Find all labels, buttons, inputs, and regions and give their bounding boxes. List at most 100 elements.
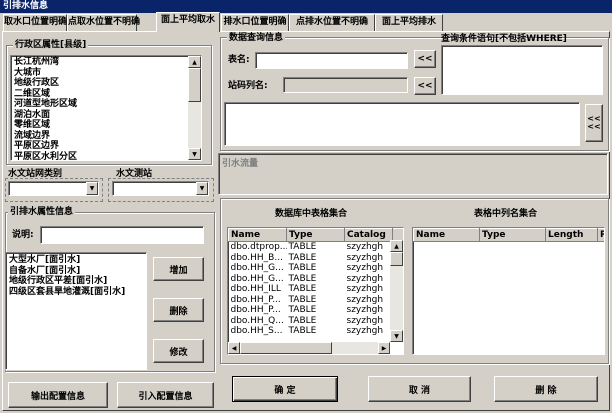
scroll-left-icon[interactable]: ◀ (228, 342, 240, 354)
diversion-list-item[interactable]: 自备水厂[面引水] (6, 266, 125, 277)
table-cell: dbo.HH_Q... (230, 315, 284, 326)
table-row[interactable]: dbo.HH_G... TABLE szyzhgh (229, 273, 404, 285)
diversion-flow-placeholder: 引水流量 (222, 159, 259, 169)
db-tables-title: 数据库中表格集合 (275, 209, 348, 219)
chevron-down-icon[interactable]: ▼ (86, 182, 98, 195)
scroll-thumb[interactable] (188, 68, 201, 102)
db-tables-hscroll[interactable]: ◀ ▶ (228, 342, 390, 354)
tab-point-drain-unclear[interactable]: 点排水位置不明确 (289, 14, 375, 31)
table-row[interactable]: dbo.dtprop... TABLE szyzhgh (229, 242, 404, 253)
column-names-grid[interactable]: Name Type Length P (412, 227, 605, 355)
column-names-table: Name Type Length P (413, 228, 604, 242)
table-cell: dbo.HH_B... (230, 252, 283, 263)
scroll-thumb[interactable] (240, 342, 332, 354)
table-cell: TABLE (288, 315, 317, 326)
table-cell: szyzhgh (346, 242, 384, 252)
region-list[interactable]: 长江杭州湾 大城市 地级行政区 二维区域 河道型地形区域 湖泊水面 零维区域 流域边界 平原区边… (10, 55, 202, 161)
scroll-right-icon[interactable]: ▶ (378, 342, 390, 354)
scroll-up-icon[interactable]: ▲ (390, 240, 403, 252)
station-code-input[interactable] (283, 77, 408, 93)
station-code-label: 站码列名: (228, 81, 268, 91)
modify-button[interactable]: 修改 (153, 339, 204, 363)
table-row[interactable]: dbo.HH_G... TABLE szyzhgh (229, 263, 404, 274)
region-list-item[interactable]: 平原区边界 (11, 141, 187, 152)
sql-arrow-button[interactable]: << << (585, 104, 603, 142)
table-name-input[interactable] (255, 52, 408, 69)
column-names-title: 表格中列名集合 (474, 209, 538, 219)
diversion-group-title: 引排水属性信息 (8, 207, 76, 217)
diversion-list-item[interactable]: 地级行政区平差[面引水] (6, 276, 125, 287)
description-input[interactable] (40, 226, 204, 244)
delete-button[interactable]: 删 除 (494, 376, 598, 402)
column-header[interactable]: Type (479, 228, 546, 242)
table-cell: TABLE (288, 273, 317, 284)
table-row[interactable]: dbo.HH_P... TABLE szyzhgh (229, 294, 404, 306)
table-cell: szyzhgh (346, 252, 384, 263)
region-list-item[interactable]: 零维区域 (11, 120, 187, 131)
diversion-list[interactable]: 大型水厂[面引水] 自备水厂[面引水] 地级行政区平差[面引水] 四级区套县旱地灌溉[… (5, 252, 147, 370)
station-type-select[interactable]: ▼ (8, 181, 99, 196)
column-header[interactable]: Name (413, 228, 480, 242)
table-row[interactable]: dbo.HH_Q... TABLE szyzhgh (229, 315, 404, 327)
table-cell: dbo.HH_G... (230, 273, 284, 284)
scroll-down-icon[interactable]: ▼ (390, 330, 403, 342)
region-list-item[interactable]: 平原区水利分区 (11, 152, 187, 161)
db-tables-grid[interactable]: Name Type Catalog dbo.dtprop... TABLE szyz… (227, 227, 404, 355)
table-cell: szyzhgh (346, 315, 384, 326)
table-cell: szyzhgh (346, 294, 384, 305)
table-row[interactable]: dbo.HH_B... TABLE szyzhgh (229, 252, 404, 264)
db-tables-vscroll[interactable]: ▲ ▼ (390, 240, 403, 342)
table-row[interactable]: dbo.HH_P... TABLE szyzhgh (229, 305, 404, 316)
station-code-arrow-button[interactable]: << (414, 77, 436, 95)
diversion-flow-field[interactable]: 引水流量 (218, 153, 608, 195)
region-list-item[interactable]: 河道型地形区域 (11, 99, 187, 110)
region-list-item[interactable]: 地级行政区 (11, 78, 187, 89)
table-cell: TABLE (288, 284, 317, 294)
tab-intake-explicit[interactable]: 取水口位置明确 (3, 14, 67, 31)
scroll-thumb[interactable] (390, 252, 403, 266)
sql-statement-input[interactable] (224, 102, 580, 146)
cancel-button[interactable]: 取 消 (368, 376, 471, 402)
region-list-item[interactable]: 二维区域 (11, 89, 187, 100)
table-name-arrow-button[interactable]: << (414, 50, 436, 68)
table-cell: TABLE (288, 263, 317, 273)
description-label: 说明: (12, 230, 34, 240)
region-list-item[interactable]: 流域边界 (11, 131, 187, 142)
tab-drain-explicit[interactable]: 排水口位置明确 (221, 14, 289, 31)
table-row[interactable]: dbo.HH_ILL TABLE szyzhgh (229, 284, 404, 295)
scroll-up-icon[interactable]: ▲ (188, 56, 201, 68)
db-query-group-title: 数据查询信息 (227, 33, 286, 43)
table-cell: TABLE (288, 305, 317, 315)
table-cell: dbo.HH_S... (230, 326, 283, 336)
delete-item-button[interactable]: 删除 (153, 298, 204, 322)
column-header[interactable]: Type (286, 228, 345, 242)
table-cell: dbo.HH_ILL (230, 284, 281, 294)
region-list-item[interactable]: 湖泊水面 (11, 110, 187, 121)
query-condition-input[interactable] (441, 45, 603, 95)
table-cell: szyzhgh (346, 305, 384, 315)
table-cell: TABLE (288, 252, 317, 263)
region-list-item[interactable]: 大城市 (11, 68, 187, 79)
region-list-scrollbar[interactable]: ▲ ▼ (188, 56, 201, 160)
station-select[interactable]: ▼ (112, 181, 209, 196)
query-condition-title: 查询条件语句[不包括WHERE] (441, 34, 567, 44)
column-header[interactable]: Catalog (344, 228, 393, 242)
table-cell: dbo.dtprop... (230, 242, 287, 252)
tab-area-average-drain[interactable]: 面上平均排水 (375, 14, 443, 31)
ok-button[interactable]: 确 定 (232, 376, 338, 402)
scroll-down-icon[interactable]: ▼ (188, 148, 201, 160)
import-config-button[interactable]: 引入配置信息 (117, 382, 214, 408)
table-row[interactable]: dbo.HH_S... TABLE szyzhgh (229, 326, 404, 337)
column-header[interactable]: Name (228, 228, 287, 242)
add-button[interactable]: 增加 (153, 257, 204, 281)
chevron-down-icon[interactable]: ▼ (196, 182, 208, 195)
diversion-list-item[interactable]: 四级区套县旱地灌溉[面引水] (6, 287, 125, 298)
tab-area-average-intake[interactable]: 面上平均取水 (156, 12, 220, 32)
export-config-button[interactable]: 输出配置信息 (8, 382, 108, 408)
region-list-item[interactable]: 长江杭州湾 (11, 57, 187, 68)
diversion-list-item[interactable]: 大型水厂[面引水] (6, 255, 125, 266)
column-header[interactable]: Length (545, 228, 598, 242)
column-header[interactable]: P (597, 228, 604, 242)
tab-point-intake-unclear[interactable]: 点取水位置不明确 (67, 14, 140, 31)
table-cell: szyzhgh (346, 273, 384, 284)
